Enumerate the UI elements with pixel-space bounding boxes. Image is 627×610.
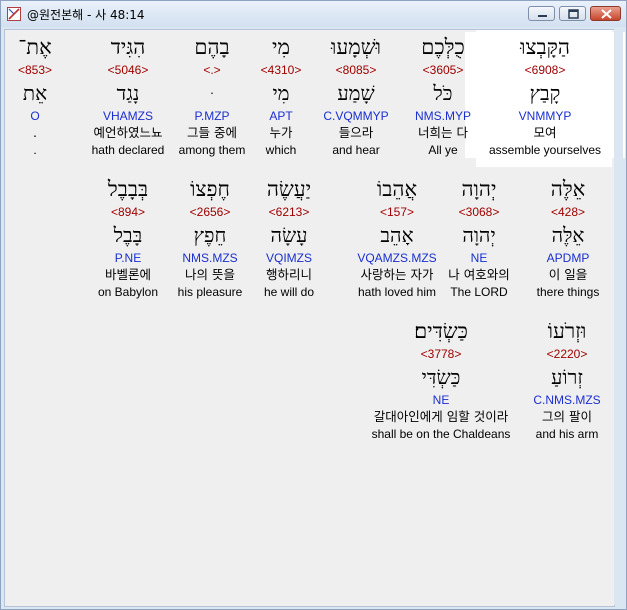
word-column[interactable]: בְּבָבֶל <894> בָּבֶל P.NE 바벨론에 on Babylon — [48, 174, 208, 300]
morphology-code: P.NE — [114, 251, 142, 265]
morphology-code: NE — [432, 393, 450, 407]
title-bar[interactable]: @원전본해 - 사 48:14 — [1, 1, 626, 27]
lexical-form: בָּבֶל — [113, 223, 143, 247]
korean-gloss: . — [33, 125, 37, 140]
window-title: @원전본해 - 사 48:14 — [27, 8, 145, 22]
korean-gloss: 바벨론에 — [104, 267, 151, 282]
english-gloss: shall be on the Chaldeans — [371, 427, 511, 441]
english-gloss: on Babylon — [97, 285, 159, 299]
morphology-code: O — [30, 109, 40, 123]
maximize-icon — [568, 9, 579, 19]
hebrew-word: אֶת־ — [18, 35, 52, 59]
hebrew-word: בְּבָבֶל — [107, 177, 149, 201]
close-icon — [601, 9, 612, 19]
app-icon — [7, 6, 21, 21]
hebrew-word: כַּשְׂדִּים׃ — [414, 319, 468, 343]
korean-gloss: 갈대아인에게 임할 것이라 — [373, 409, 509, 424]
lexical-form: אֵת — [22, 81, 48, 105]
app-window: @원전본해 - 사 48:14 הַקָּבְצוּ <6908> קָבַץ VNM… — [0, 0, 627, 610]
english-gloss: . — [33, 143, 37, 157]
maximize-button[interactable] — [559, 6, 586, 21]
lexical-form: כַּשְׂדִּי — [421, 365, 461, 389]
scrollbar-track[interactable] — [614, 29, 623, 605]
strong-number: <3778> — [420, 347, 462, 361]
word-column[interactable]: כַּשְׂדִּים׃ <3778> כַּשְׂדִּי NE 갈대아인에게 임할 … — [361, 316, 521, 442]
interlinear-view[interactable]: הַקָּבְצוּ <6908> קָבַץ VNMMYP 모여 assemble yo… — [4, 29, 625, 607]
strong-number: <853> — [17, 63, 53, 77]
minimize-icon — [538, 15, 547, 17]
word-column[interactable]: אֶת־ <853> אֵת O.. — [0, 32, 115, 158]
minimize-button[interactable] — [528, 6, 555, 21]
close-button[interactable] — [590, 6, 621, 21]
strong-number: <894> — [110, 205, 146, 219]
